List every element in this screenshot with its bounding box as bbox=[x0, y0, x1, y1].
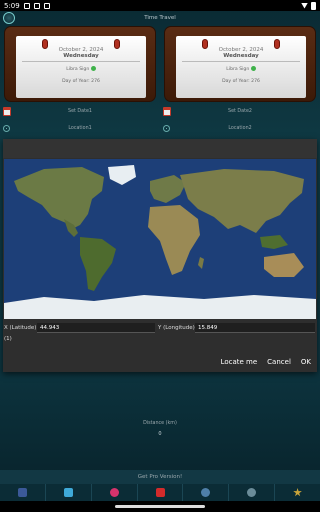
binder-ring-icon bbox=[202, 39, 208, 49]
distance-value: 0 bbox=[158, 431, 162, 437]
distance-label: Distance (km) bbox=[143, 421, 177, 426]
longitude-label: Y (Longitude) bbox=[158, 325, 195, 331]
divider bbox=[182, 61, 300, 62]
binder-ring-icon bbox=[114, 39, 120, 49]
social-bar bbox=[0, 484, 320, 501]
facebook-icon[interactable] bbox=[17, 488, 27, 497]
set-date-row: Set Date1 Set Date2 bbox=[0, 106, 320, 118]
zodiac-sign-label: Libra Sign bbox=[226, 67, 250, 72]
zodiac-sign: Libra Sign bbox=[176, 66, 306, 72]
world-map[interactable] bbox=[4, 159, 316, 319]
globe-icon[interactable] bbox=[201, 488, 211, 497]
location1-label: Location1 bbox=[68, 126, 92, 131]
calendar-page-1: October 2, 2024 Wednesday Libra Sign Day… bbox=[16, 36, 146, 98]
instagram-icon[interactable] bbox=[109, 488, 119, 497]
notification-icon bbox=[23, 2, 30, 9]
cancel-button[interactable]: Cancel bbox=[267, 358, 291, 366]
app-store-icon[interactable] bbox=[247, 488, 257, 497]
app-title: Time Travel bbox=[144, 15, 176, 21]
location2-label: Location2 bbox=[228, 126, 252, 131]
location-picker-dialog: X (Latitude) 44.943 Y (Longitude) 15.849… bbox=[3, 139, 317, 372]
locate-me-button[interactable]: Locate me bbox=[221, 358, 258, 366]
binder-ring-icon bbox=[42, 39, 48, 49]
shield-icon bbox=[33, 2, 40, 9]
location1-button[interactable]: Location1 bbox=[0, 123, 160, 135]
day-of-year: Day of Year: 276 bbox=[222, 79, 260, 84]
zodiac-sign: Libra Sign bbox=[16, 66, 146, 72]
set-date1-label: Set Date1 bbox=[68, 109, 92, 114]
twitter-icon[interactable] bbox=[63, 488, 73, 497]
set-date1-button[interactable]: Set Date1 bbox=[0, 106, 160, 118]
calendar-card-2[interactable]: October 2, 2024 Wednesday Libra Sign Day… bbox=[164, 26, 316, 102]
status-time: 5:09 bbox=[4, 1, 20, 10]
coordinates-row: X (Latitude) 44.943 Y (Longitude) 15.849 bbox=[3, 322, 317, 334]
latitude-label: X (Latitude) bbox=[4, 325, 37, 331]
binder-ring-icon bbox=[274, 39, 280, 49]
calendar-weekday: Wednesday bbox=[63, 53, 99, 59]
youtube-icon[interactable] bbox=[155, 488, 165, 497]
location-row: Location1 Location2 bbox=[0, 123, 320, 135]
dialog-header bbox=[3, 139, 317, 158]
system-nav-bar bbox=[0, 501, 320, 512]
longitude-input[interactable]: 15.849 bbox=[195, 323, 315, 333]
dialog-actions: Locate me Cancel OK bbox=[221, 358, 311, 366]
ok-button[interactable]: OK bbox=[301, 358, 311, 366]
continent-antarctica bbox=[4, 295, 316, 319]
wifi-icon bbox=[301, 2, 308, 9]
divider bbox=[22, 61, 140, 62]
calendar-weekday: Wednesday bbox=[223, 53, 259, 59]
zodiac-sign-label: Libra Sign bbox=[66, 67, 90, 72]
status-bar: 5:09 bbox=[0, 0, 320, 11]
app-titlebar: Time Travel bbox=[0, 12, 320, 26]
calendar-card-1[interactable]: October 2, 2024 Wednesday Libra Sign Day… bbox=[4, 26, 156, 102]
check-icon bbox=[250, 66, 256, 71]
location2-button[interactable]: Location2 bbox=[160, 123, 320, 135]
media-icon bbox=[43, 2, 50, 9]
star-icon[interactable] bbox=[293, 488, 302, 497]
set-date2-button[interactable]: Set Date2 bbox=[160, 106, 320, 118]
selection-count: (1) bbox=[4, 336, 12, 342]
battery-icon bbox=[311, 1, 316, 10]
latitude-input[interactable]: 44.943 bbox=[37, 323, 155, 333]
calendar-page-2: October 2, 2024 Wednesday Libra Sign Day… bbox=[176, 36, 306, 98]
set-date2-label: Set Date2 bbox=[228, 109, 252, 114]
day-of-year: Day of Year: 276 bbox=[62, 79, 100, 84]
check-icon bbox=[90, 66, 96, 71]
home-gesture-handle[interactable] bbox=[115, 505, 205, 508]
get-pro-button[interactable]: Get Pro Version! bbox=[0, 470, 320, 484]
